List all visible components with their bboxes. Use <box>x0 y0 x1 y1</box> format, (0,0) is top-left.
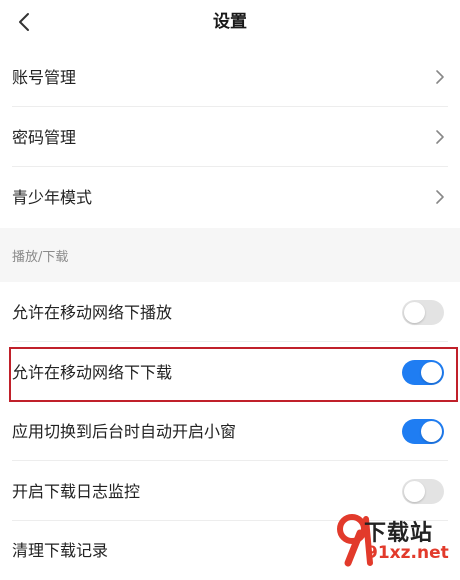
mobile-network-download-item: 允许在移动网络下下载 <box>0 343 460 402</box>
teen-mode-label: 青少年模式 <box>12 188 93 207</box>
watermark-logo: 下载站 91xz.net <box>336 511 454 569</box>
toggle-knob <box>421 362 442 383</box>
background-pip-item: 应用切换到后台时自动开启小窗 <box>0 402 460 461</box>
download-log-monitor-label: 开启下载日志监控 <box>12 482 141 501</box>
chevron-right-icon <box>436 70 444 84</box>
mobile-network-download-toggle[interactable] <box>402 360 444 385</box>
section-header-playback: 播放/下载 <box>12 250 69 265</box>
chevron-right-icon <box>436 130 444 144</box>
mobile-network-play-toggle[interactable] <box>402 300 444 325</box>
divider <box>12 341 448 342</box>
watermark-sub-text: 91xz.net <box>366 543 449 563</box>
password-management-label: 密码管理 <box>12 128 77 147</box>
header-bar: 设置 <box>0 0 460 44</box>
password-management-item[interactable]: 密码管理 <box>0 108 460 167</box>
divider <box>12 460 448 461</box>
mobile-network-play-label: 允许在移动网络下播放 <box>12 303 173 322</box>
page-title: 设置 <box>213 12 247 32</box>
toggle-knob <box>404 302 425 323</box>
teen-mode-item[interactable]: 青少年模式 <box>0 168 460 227</box>
divider <box>12 106 448 107</box>
download-log-monitor-toggle[interactable] <box>402 479 444 504</box>
section-separator <box>0 228 460 282</box>
chevron-right-icon <box>436 190 444 204</box>
clear-download-records-label: 清理下载记录 <box>12 541 109 560</box>
divider <box>12 166 448 167</box>
toggle-knob <box>421 421 442 442</box>
account-management-label: 账号管理 <box>12 68 77 87</box>
account-management-item[interactable]: 账号管理 <box>0 48 460 107</box>
mobile-network-download-label: 允许在移动网络下下载 <box>12 363 173 382</box>
mobile-network-play-item: 允许在移动网络下播放 <box>0 283 460 342</box>
background-pip-label: 应用切换到后台时自动开启小窗 <box>12 422 237 441</box>
toggle-knob <box>404 481 425 502</box>
background-pip-toggle[interactable] <box>402 419 444 444</box>
